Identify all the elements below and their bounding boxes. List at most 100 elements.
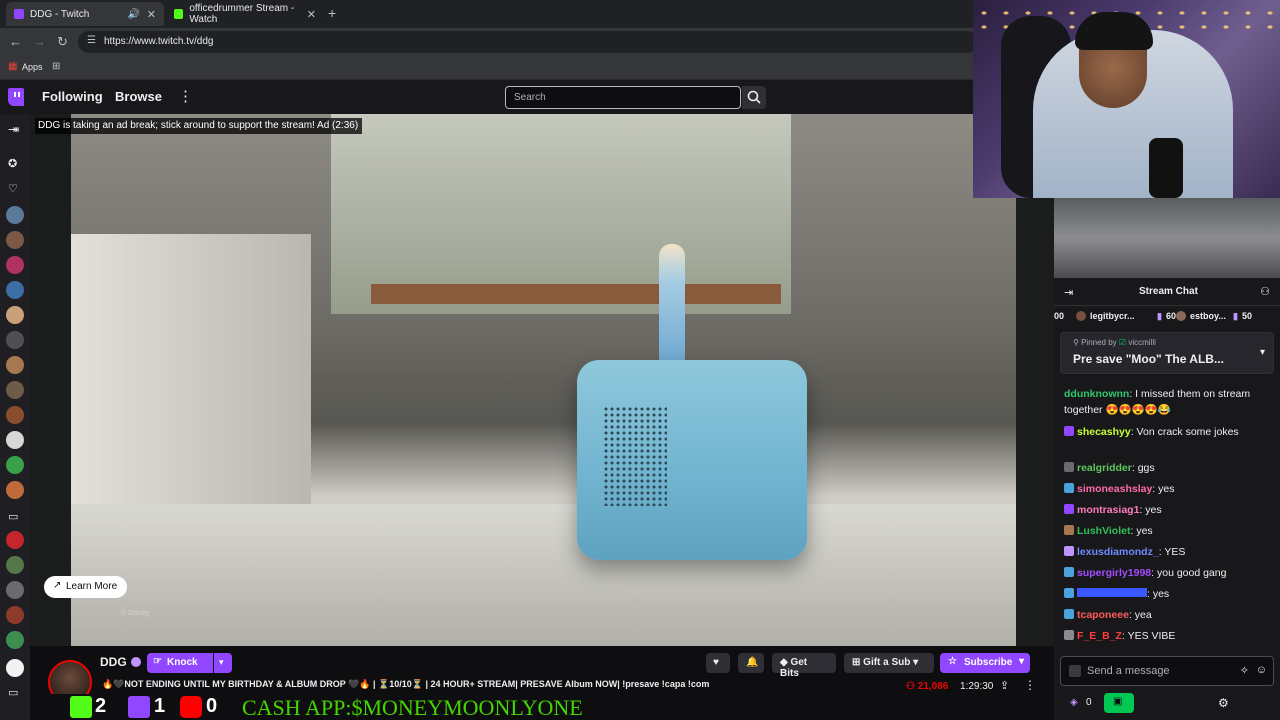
youtube-logo-icon: [180, 696, 202, 718]
chat-username[interactable]: realgridder: [1077, 462, 1132, 474]
scene-cabinet: [71, 234, 311, 534]
kick-favicon-icon: [174, 9, 184, 19]
forward-icon[interactable]: →: [33, 34, 46, 49]
chat-username-redacted[interactable]: [1077, 588, 1147, 597]
chat-badge-icon[interactable]: [1069, 665, 1081, 677]
channel-avatar[interactable]: [6, 381, 24, 399]
pinned-message[interactable]: ⚲ Pinned by ☑ viccmilli Pre save "Moo" T…: [1060, 332, 1274, 374]
viewer-count-value: 21,086: [917, 681, 949, 692]
followed-channels-sidebar: ⇥ ✪ ♡ ▭ ▭: [0, 114, 30, 720]
subscribe-label: Subscribe: [964, 657, 1013, 668]
collapse-chat-icon[interactable]: ⇥: [1064, 286, 1073, 299]
chat-header: ⇥ Stream Chat ⚇: [1054, 278, 1280, 306]
notifications-bell-button[interactable]: 🔔: [738, 653, 764, 673]
sparkle-icon[interactable]: ✧: [1240, 664, 1249, 677]
search-input[interactable]: Search: [505, 86, 741, 109]
knock-dropdown-button[interactable]: ▾: [214, 653, 232, 673]
close-tab-icon[interactable]: ✕: [307, 8, 316, 21]
chat-username[interactable]: ddunknownn: [1064, 388, 1129, 400]
site-info-icon[interactable]: ☰: [87, 35, 96, 46]
new-tab-icon[interactable]: +: [328, 5, 336, 21]
knock-button[interactable]: ☞ Knock: [147, 653, 213, 673]
channel-avatar[interactable]: [6, 631, 24, 649]
chat-username[interactable]: shecashyy: [1077, 426, 1131, 438]
share-icon[interactable]: ⇪: [1000, 679, 1009, 692]
tab-groups-icon[interactable]: ⊞: [52, 61, 60, 72]
close-tab-icon[interactable]: ✕: [147, 8, 156, 21]
ad-video-frame: © Disney: [71, 114, 1016, 646]
leaderboard-amount: 60: [1166, 311, 1177, 321]
channel-avatar[interactable]: [6, 556, 24, 574]
followed-heart-icon[interactable]: ♡: [8, 182, 18, 195]
more-menu-icon[interactable]: ⋮: [178, 87, 193, 105]
webcam-overlay: [973, 0, 1280, 198]
channel-avatar[interactable]: [6, 356, 24, 374]
channel-avatar[interactable]: [6, 281, 24, 299]
channel-avatar[interactable]: [6, 256, 24, 274]
chat-username[interactable]: simoneashslay: [1077, 483, 1152, 495]
reload-icon[interactable]: ↻: [57, 34, 68, 50]
channel-avatar[interactable]: [6, 206, 24, 224]
chevron-down-icon[interactable]: ▾: [1260, 347, 1265, 358]
channel-avatar[interactable]: [6, 581, 24, 599]
channel-avatar[interactable]: [6, 431, 24, 449]
chat-username[interactable]: tcaponeee: [1077, 609, 1129, 621]
chat-username[interactable]: LushViolet: [1077, 525, 1130, 537]
video-camera-icon[interactable]: ▭: [8, 510, 18, 523]
video-camera-icon[interactable]: ▭: [8, 686, 18, 699]
twitch-viewer-count: 1: [154, 695, 166, 717]
sub-badge-icon: [1064, 546, 1074, 556]
chat-username[interactable]: supergirly1998: [1077, 567, 1151, 579]
twitch-logo-icon[interactable]: [8, 88, 24, 106]
subscribe-button[interactable]: ☆ Subscribe ▾: [940, 653, 1030, 673]
channel-avatar[interactable]: [6, 231, 24, 249]
chat-text: : yea: [1128, 609, 1152, 621]
community-users-icon[interactable]: ⚇: [1260, 285, 1270, 298]
recommended-icon[interactable]: ✪: [8, 157, 17, 170]
video-player[interactable]: © Disney Learn More: [30, 114, 1054, 646]
chat-message: tcaponeee: yea: [1064, 607, 1274, 623]
apps-bookmark[interactable]: Apps: [22, 62, 43, 72]
browser-tab-ddg[interactable]: DDG - Twitch 🔊 ✕: [6, 2, 164, 26]
learn-more-button[interactable]: Learn More: [44, 576, 128, 598]
url-field[interactable]: ☰ https://www.twitch.tv/ddg: [78, 31, 978, 53]
search-button[interactable]: [742, 86, 766, 109]
speaker-icon[interactable]: 🔊: [128, 9, 140, 20]
channel-avatar[interactable]: [6, 406, 24, 424]
channel-avatar[interactable]: [6, 481, 24, 499]
channel-avatar[interactable]: [6, 306, 24, 324]
channel-avatar[interactable]: [6, 606, 24, 624]
chat-message: realgridder: ggs: [1064, 460, 1274, 476]
gift-sub-button[interactable]: ⊞ Gift a Sub ▾: [844, 653, 934, 673]
chat-message: simoneashslay: yes: [1064, 481, 1274, 497]
follow-heart-button[interactable]: ♥: [706, 653, 730, 673]
chat-username[interactable]: lexusdiamondz_: [1077, 546, 1159, 558]
emote-picker-icon[interactable]: ☺: [1256, 664, 1267, 676]
more-options-icon[interactable]: ⋮: [1024, 678, 1036, 692]
microphone: [1149, 138, 1183, 198]
youtube-viewer-count: 0: [206, 695, 218, 717]
chat-text: : you good gang: [1151, 567, 1227, 579]
channel-name[interactable]: DDG: [100, 655, 127, 669]
channel-avatar[interactable]: [6, 659, 24, 677]
chat-message-input[interactable]: Send a message ✧ ☺: [1060, 656, 1274, 686]
check-icon: ☑: [1118, 338, 1127, 347]
nav-following[interactable]: Following: [42, 89, 103, 104]
browser-tab-officedrummer[interactable]: officedrummer Stream - Watch ✕: [166, 2, 324, 26]
nav-browse[interactable]: Browse: [115, 89, 162, 104]
channel-avatar[interactable]: [6, 456, 24, 474]
get-bits-button[interactable]: ◆ Get Bits: [772, 653, 836, 679]
settings-gear-icon[interactable]: ⚙: [1218, 696, 1229, 710]
channel-avatar[interactable]: [6, 331, 24, 349]
channel-points-icon[interactable]: ◈: [1070, 697, 1078, 708]
channel-avatar[interactable]: [6, 531, 24, 549]
back-icon[interactable]: ←: [9, 34, 22, 49]
expand-sidebar-icon[interactable]: ⇥: [10, 123, 19, 136]
chat-username[interactable]: montrasiag1: [1077, 504, 1139, 516]
tab-label: officedrummer Stream - Watch: [189, 3, 295, 25]
chat-username[interactable]: F_E_B_Z: [1077, 630, 1122, 642]
chat-message: montrasiag1: yes: [1064, 502, 1274, 518]
chat-message: LushViolet: yes: [1064, 523, 1274, 539]
apps-grid-icon[interactable]: ▦: [8, 61, 17, 72]
chat-send-button[interactable]: ▣: [1104, 693, 1134, 713]
